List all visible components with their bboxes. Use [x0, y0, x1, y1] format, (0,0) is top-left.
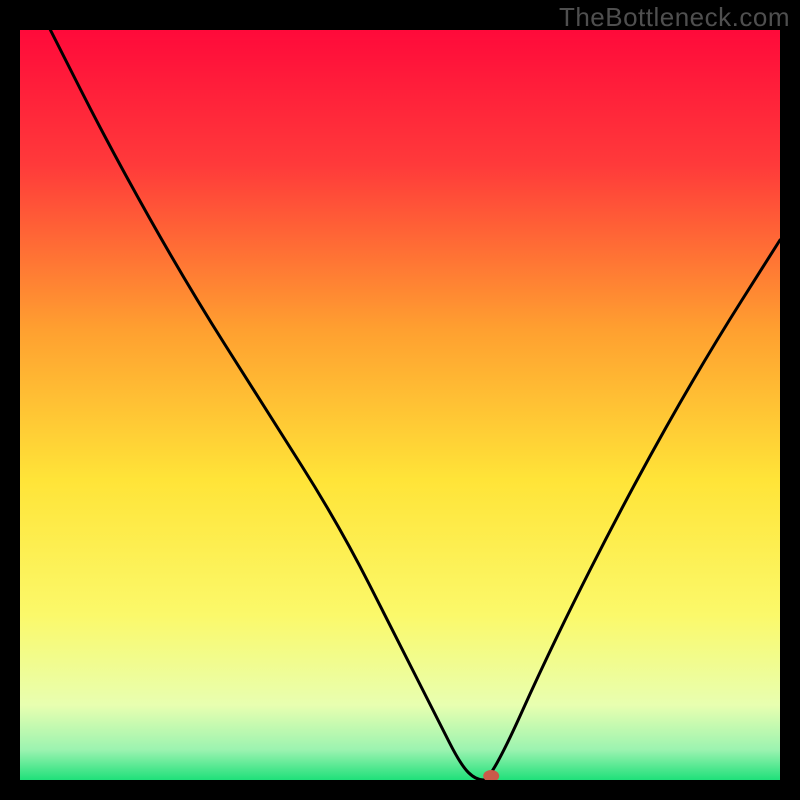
bottleneck-chart: [20, 30, 780, 780]
chart-frame: TheBottleneck.com: [0, 0, 800, 800]
plot-area: [20, 30, 780, 780]
watermark-text: TheBottleneck.com: [559, 2, 790, 33]
gradient-background: [20, 30, 780, 780]
